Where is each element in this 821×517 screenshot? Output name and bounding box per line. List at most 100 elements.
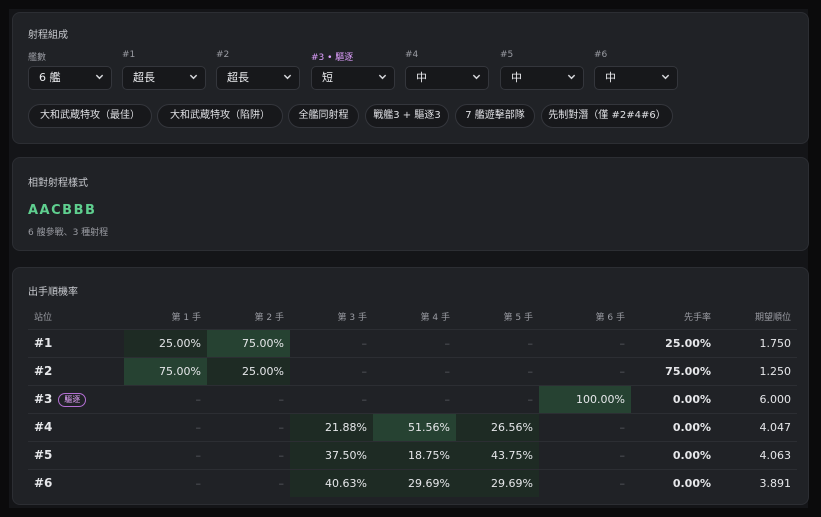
ship-count-select[interactable]: 6 艦 — [28, 66, 112, 90]
composition-panel: 射程組成 艦數 6 艦 #1 超長 #2 超長 #3 • 驅逐短 #4 中 #5 中 #6 中 大和武蔵… — [12, 12, 809, 144]
field-label: #1 — [122, 50, 136, 60]
destroyer-badge: 驅逐 — [58, 392, 87, 407]
preset-button[interactable]: 全艦同射程 — [288, 104, 359, 128]
probability-cell: – — [456, 328, 539, 357]
column-header: 第 1 手 — [171, 313, 201, 324]
probability-cell: – — [373, 356, 456, 385]
probability-cell: – — [207, 384, 290, 413]
probability-cell: – — [456, 384, 539, 413]
probability-cell: – — [539, 356, 631, 385]
field-label: #4 — [405, 50, 419, 60]
preset-button[interactable]: 先制對潛（僅 #2#4#6） — [541, 104, 673, 128]
position-label: #3 — [34, 391, 53, 406]
expected-order: 4.063 — [717, 440, 797, 469]
field-label: #6 — [594, 50, 608, 60]
probability-cell: – — [539, 412, 631, 441]
expected-order: 3.891 — [717, 468, 797, 497]
probability-cell: 29.69% — [456, 468, 539, 497]
range-select-2[interactable]: 超長 — [216, 66, 300, 90]
select-value: 短 — [322, 71, 333, 84]
row-position: #5 — [28, 440, 124, 469]
column-header: 第 6 手 — [595, 313, 625, 324]
position-label: #5 — [34, 448, 53, 462]
probability-cell: – — [124, 412, 207, 441]
probability-cell: – — [373, 328, 456, 357]
range-select-1[interactable]: 超長 — [122, 66, 206, 90]
table-header: 站位 第 1 手 第 2 手 第 3 手 第 4 手 第 5 手 第 6 手 先手率 期望順位 — [28, 305, 797, 329]
probability-cell: 37.50% — [290, 440, 373, 469]
select-value: 中 — [416, 71, 427, 84]
panel-title: 相對射程樣式 — [28, 178, 88, 189]
first-strike-rate: 25.00% — [631, 328, 717, 357]
probability-cell: – — [290, 384, 373, 413]
probability-cell: 75.00% — [207, 328, 290, 357]
first-strike-rate: 0.00% — [631, 384, 717, 413]
probability-cell: 40.63% — [290, 468, 373, 497]
chevron-down-icon — [283, 74, 292, 80]
column-header: 先手率 — [683, 313, 711, 324]
probability-cell: – — [207, 440, 290, 469]
position-label: #4 — [34, 420, 53, 434]
chevron-down-icon — [661, 74, 670, 80]
pattern-summary: 6 艘參戰、3 種射程 — [28, 228, 109, 238]
preset-button[interactable]: 大和武蔵特攻（陷阱） — [157, 104, 283, 128]
column-header: 第 2 手 — [254, 313, 284, 324]
row-position: #4 — [28, 412, 124, 441]
range-select-5[interactable]: 中 — [500, 66, 584, 90]
probability-cell: 43.75% — [456, 440, 539, 469]
range-select-4[interactable]: 中 — [405, 66, 489, 90]
probability-cell: – — [539, 440, 631, 469]
probability-cell: – — [456, 356, 539, 385]
column-header: 第 5 手 — [503, 313, 533, 324]
chevron-down-icon — [378, 74, 387, 80]
expected-order: 6.000 — [717, 384, 797, 413]
probability-cell: – — [124, 440, 207, 469]
position-label: #1 — [34, 336, 53, 350]
order-panel: 出手順機率 站位 第 1 手 第 2 手 第 3 手 第 4 手 第 5 手 第 6 手 先手… — [12, 267, 809, 505]
probability-cell: 18.75% — [373, 440, 456, 469]
probability-cell: – — [373, 384, 456, 413]
column-header: 第 3 手 — [337, 313, 367, 324]
probability-cell: – — [124, 384, 207, 413]
probability-cell: – — [207, 412, 290, 441]
select-value: 超長 — [227, 71, 249, 84]
column-header: 期望順位 — [754, 313, 791, 324]
preset-button[interactable]: 戰艦3 + 驅逐3 — [365, 104, 449, 128]
probability-cell: 29.69% — [373, 468, 456, 497]
first-strike-rate: 75.00% — [631, 356, 717, 385]
column-header: 第 4 手 — [420, 313, 450, 324]
probability-cell: 26.56% — [456, 412, 539, 441]
field-label: 艦數 — [28, 53, 47, 63]
preset-button[interactable]: 大和武蔵特攻（最佳） — [28, 104, 152, 128]
range-pattern: AACBBB — [28, 203, 97, 218]
probability-cell: 75.00% — [124, 356, 207, 385]
probability-cell: – — [290, 356, 373, 385]
preset-button[interactable]: 7 艦遊擊部隊 — [455, 104, 535, 128]
expected-order: 4.047 — [717, 412, 797, 441]
probability-cell: – — [539, 468, 631, 497]
chevron-down-icon — [472, 74, 481, 80]
select-value: 6 艦 — [39, 71, 61, 84]
first-strike-rate: 0.00% — [631, 440, 717, 469]
row-position: #1 — [28, 328, 124, 357]
table-row: #3 驅逐 – – – – –100.00% 0.00% 6.000 — [28, 384, 797, 413]
probability-cell: – — [539, 328, 631, 357]
chevron-down-icon — [189, 74, 198, 80]
chevron-down-icon — [567, 74, 576, 80]
select-value: 中 — [511, 71, 522, 84]
position-label: #2 — [34, 364, 53, 378]
table-row: #4– –21.88% 51.56% 26.56% –0.00% 4.047 — [28, 412, 797, 441]
field-label: #3 • 驅逐 — [311, 53, 354, 63]
probability-cell: 25.00% — [207, 356, 290, 385]
probability-cell: – — [207, 468, 290, 497]
table-row: #2 75.00% 25.00% – – – –75.00% 1.250 — [28, 356, 797, 385]
range-select-6[interactable]: 中 — [594, 66, 678, 90]
range-select-3[interactable]: 短 — [311, 66, 395, 90]
probability-cell: 21.88% — [290, 412, 373, 441]
row-position: #6 — [28, 468, 124, 497]
expected-order: 1.750 — [717, 328, 797, 357]
select-value: 中 — [605, 71, 616, 84]
expected-order: 1.250 — [717, 356, 797, 385]
chevron-down-icon — [95, 74, 104, 80]
field-label: #2 — [216, 50, 230, 60]
